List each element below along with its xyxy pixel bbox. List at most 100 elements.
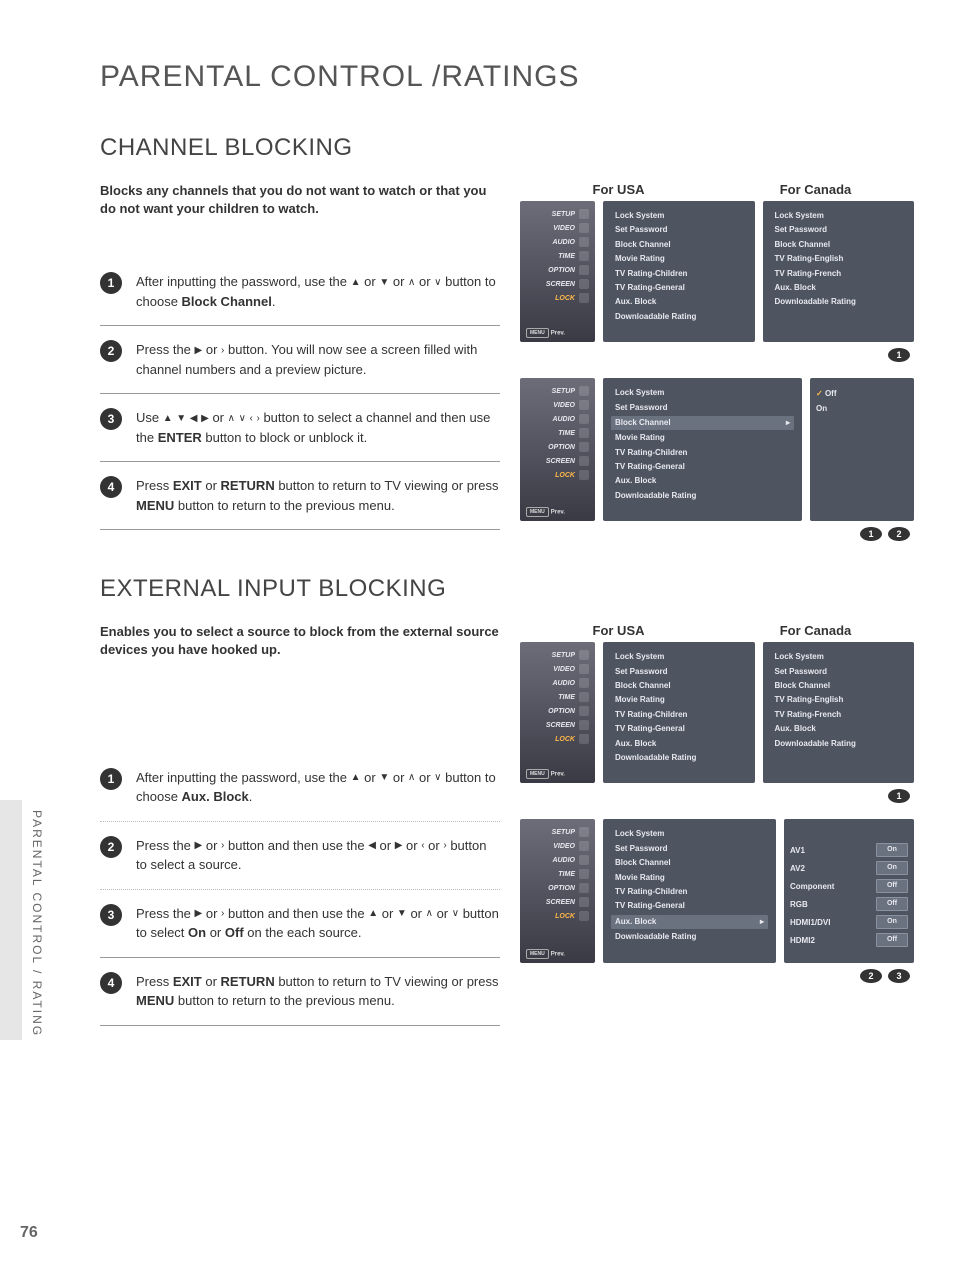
p: TV Rating-General [611,460,794,474]
page-number: 76 [20,1224,38,1242]
option-icon [579,883,589,893]
osd-sidebar: SETUP VIDEO AUDIO TIME OPTION SCREEN LOC… [520,201,595,342]
p: Movie Rating [611,693,747,707]
t: or [376,838,395,853]
p: TV Rating-Children [611,885,768,899]
time-icon [579,869,589,879]
refs-b23: 2 3 [520,969,910,983]
p: TV Rating-French [771,267,907,281]
p: Downloadable Rating [771,295,907,309]
aux-state: Off [876,879,908,893]
aux-label: AV2 [790,864,870,873]
setup-icon [579,386,589,396]
p: Downloadable Rating [611,489,794,503]
aux-row: AV1On [790,843,908,857]
step2-1-text: After inputting the password, use the ▲ … [136,768,500,807]
sb-setup: SETUP [526,384,589,398]
lock-panel-block-channel: Lock System Set Password Block Channel▸ … [603,378,802,521]
p: Lock System [611,650,747,664]
label-canada: For Canada [717,182,914,197]
t: MENU [136,993,174,1008]
t: on the each source. [244,925,362,940]
spacer [60,700,500,754]
ref-1: 1 [888,789,910,803]
aux-label: HDMI1/DVI [790,918,870,927]
p: TV Rating-Children [611,267,747,281]
t: After inputting the password, use the [136,274,351,289]
t: Press [136,974,173,989]
p: TV Rating-English [771,693,907,707]
t: MENU [136,498,174,513]
p: Block Channel [611,238,747,252]
aux-row: HDMI1/DVI On [790,915,908,929]
prev-text: Prev. [551,772,565,778]
sb-screen: SCREEN [526,718,589,732]
label-usa: For USA [520,182,717,197]
step2-2-text: Press the ▶ or › button and then use the… [136,836,500,875]
menu-row-3: SETUP VIDEO AUDIO TIME OPTION SCREEN LOC… [520,642,914,783]
osd-sidebar: SETUP VIDEO AUDIO TIME OPTION SCREEN LOC… [520,378,595,521]
t: Block Channel [182,294,272,309]
t: or [209,410,228,425]
t: button to return to the previous menu. [174,993,394,1008]
audio-icon [579,414,589,424]
p-highlight-block-channel: Block Channel▸ [611,416,794,430]
t: ENTER [158,430,202,445]
sb-time: TIME [526,690,589,704]
aux-label: AV1 [790,846,870,855]
t: or [202,974,221,989]
video-icon [579,223,589,233]
menu-row-1: SETUP VIDEO AUDIO TIME OPTION SCREEN LOC… [520,201,914,342]
t: or [202,342,221,357]
ref-3: 3 [888,969,910,983]
refs-b1: 1 [520,789,910,803]
p: Block Channel [611,679,747,693]
down-arrow-icon: ▼ [379,773,389,783]
left-arrow-icon: ◀ [368,841,376,851]
lock-icon [579,911,589,921]
menu-chip: MENU [526,328,549,338]
t: or [407,906,426,921]
video-icon [579,400,589,410]
sb-screen: SCREEN [526,895,589,909]
sb-option: OPTION [526,440,589,454]
ref-2: 2 [888,527,910,541]
p: Lock System [771,209,907,223]
sb-option: OPTION [526,263,589,277]
p: Set Password [611,842,768,856]
lock-icon [579,734,589,744]
aux-label: HDMI2 [790,936,870,945]
t: Press the [136,906,195,921]
p: TV Rating-Children [611,708,747,722]
sb-prev: MENUPrev. [526,328,565,338]
p: TV Rating-General [611,899,768,913]
t: EXIT [173,478,202,493]
aux-row: RGBOff [790,897,908,911]
p: Movie Rating [611,431,794,445]
t: or [402,838,421,853]
p: TV Rating-French [771,708,907,722]
page-title: PARENTAL CONTROL /RATINGS [100,60,914,94]
aux-state: On [876,915,908,929]
t: EXIT [173,974,202,989]
p: Movie Rating [611,871,768,885]
t: or [202,838,221,853]
up-arrow-icon: ▲ [351,773,361,783]
p: Set Password [771,665,907,679]
aux-row: HDMI2Off [790,933,908,947]
t: Aux. Block [615,915,656,929]
p: Lock System [611,209,747,223]
lock-icon [579,470,589,480]
t: After inputting the password, use the [136,770,351,785]
option-icon [579,265,589,275]
step2-4-text: Press EXIT or RETURN button to return to… [136,972,500,1011]
screen-icon [579,720,589,730]
t: button to return to the previous menu. [174,498,394,513]
lock-icon [579,293,589,303]
section2-intro: Enables you to select a source to block … [100,623,500,659]
step-1-text: After inputting the password, use the ▲ … [136,272,500,311]
sb-setup: SETUP [526,648,589,662]
aux-row: AV2On [790,861,908,875]
section1-left: Blocks any channels that you do not want… [60,182,500,557]
t: RETURN [221,974,275,989]
